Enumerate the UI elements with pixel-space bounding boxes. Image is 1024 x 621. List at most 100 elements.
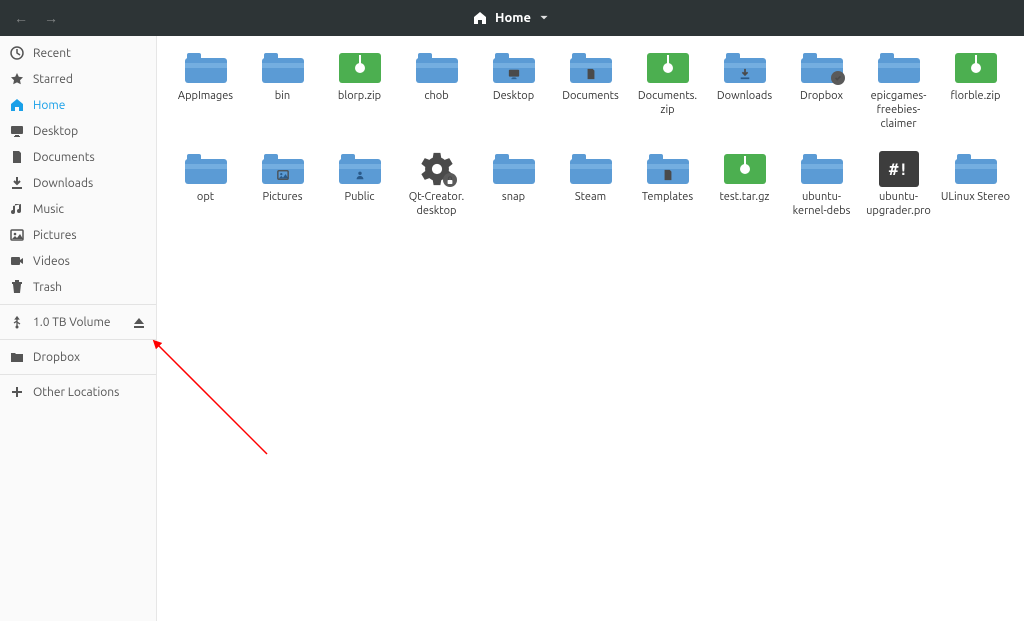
file-label: opt	[195, 191, 216, 205]
file-label: florble.zip	[949, 90, 1003, 104]
path-bar[interactable]: Home	[58, 11, 964, 25]
file-label: Desktop	[491, 90, 536, 104]
sidebar-item-vol1tb[interactable]: 1.0 TB Volume	[0, 309, 156, 335]
folder-dark-icon	[10, 350, 24, 364]
file-label: Documents	[560, 90, 621, 104]
sidebar-item-dropbox[interactable]: Dropbox	[0, 344, 156, 370]
folder-icon	[570, 53, 612, 83]
sidebar-separator	[0, 304, 156, 305]
folder-icon	[262, 53, 304, 83]
back-button[interactable]: ←	[14, 10, 28, 26]
doc-icon	[10, 150, 24, 164]
folder-icon	[339, 154, 381, 184]
file-label: Dropbox	[798, 90, 845, 104]
sidebar-item-trash[interactable]: Trash	[0, 274, 156, 300]
file-label: epicgames-freebies-claimer	[860, 90, 937, 131]
archive-icon	[724, 154, 766, 184]
sidebar-item-label: Videos	[33, 255, 70, 268]
folder-icon	[262, 154, 304, 184]
file-item[interactable]: AppImages	[167, 50, 244, 131]
folder-icon	[416, 53, 458, 83]
home-icon	[10, 98, 24, 112]
file-label: Documents.zip	[636, 90, 699, 118]
file-label: Downloads	[715, 90, 774, 104]
folder-icon	[185, 53, 227, 83]
sidebar-item-label: Downloads	[33, 177, 93, 190]
eject-button[interactable]	[132, 315, 146, 329]
sidebar-item-starred[interactable]: Starred	[0, 66, 156, 92]
folder-icon	[647, 154, 689, 184]
clock-icon	[10, 46, 24, 60]
location-label: Home	[495, 11, 531, 25]
sidebar-item-videos[interactable]: Videos	[0, 248, 156, 274]
file-label: Steam	[573, 191, 608, 205]
file-item[interactable]: blorp.zip	[321, 50, 398, 131]
sync-check-badge	[831, 71, 845, 85]
file-label: Pictures	[261, 191, 305, 205]
file-item[interactable]: florble.zip	[937, 50, 1014, 131]
file-label: ULinux Stereo	[939, 191, 1012, 205]
sidebar-item-music[interactable]: Music	[0, 196, 156, 222]
archive-icon	[339, 53, 381, 83]
file-label: Qt-Creator.desktop	[407, 191, 467, 219]
sidebar-separator	[0, 374, 156, 375]
file-item[interactable]: Documents	[552, 50, 629, 131]
folder-icon	[493, 154, 535, 184]
file-item[interactable]: #!ubuntu-upgrader.pro	[860, 151, 937, 219]
file-item[interactable]: snap	[475, 151, 552, 219]
file-item[interactable]: Public	[321, 151, 398, 219]
sidebar-item-documents[interactable]: Documents	[0, 144, 156, 170]
file-item[interactable]: ULinux Stereo	[937, 151, 1014, 219]
sidebar-item-desktop[interactable]: Desktop	[0, 118, 156, 144]
file-label: test.tar.gz	[718, 191, 772, 205]
sidebar-item-label: Recent	[33, 47, 71, 60]
file-item[interactable]: opt	[167, 151, 244, 219]
sidebar-item-recent[interactable]: Recent	[0, 40, 156, 66]
file-item[interactable]: Qt-Creator.desktop	[398, 151, 475, 219]
file-label: ubuntu-kernel-debs	[783, 191, 860, 219]
file-item[interactable]: epicgames-freebies-claimer	[860, 50, 937, 131]
file-item[interactable]: Desktop	[475, 50, 552, 131]
sidebar-item-label: Dropbox	[33, 351, 80, 364]
file-item[interactable]: bin	[244, 50, 321, 131]
archive-icon	[955, 53, 997, 83]
folder-icon	[878, 53, 920, 83]
sidebar-item-label: Other Locations	[33, 386, 119, 399]
file-label: blorp.zip	[336, 90, 383, 104]
file-item[interactable]: Downloads	[706, 50, 783, 131]
chevron-down-icon	[539, 13, 549, 23]
sidebar-item-home[interactable]: Home	[0, 92, 156, 118]
sidebar-separator	[0, 339, 156, 340]
sidebar-item-pictures[interactable]: Pictures	[0, 222, 156, 248]
sidebar-item-label: 1.0 TB Volume	[33, 316, 110, 329]
star-icon	[10, 72, 24, 86]
file-label: Public	[343, 191, 377, 205]
file-item[interactable]: ubuntu-kernel-debs	[783, 151, 860, 219]
folder-icon	[724, 53, 766, 83]
file-item[interactable]: Documents.zip	[629, 50, 706, 131]
home-icon	[473, 11, 487, 25]
file-item[interactable]: chob	[398, 50, 475, 131]
titlebar: ← → Home	[0, 0, 1024, 36]
file-item[interactable]: Templates	[629, 151, 706, 219]
sidebar-item-label: Pictures	[33, 229, 77, 242]
file-item[interactable]: Steam	[552, 151, 629, 219]
sidebar-other-locations[interactable]: Other Locations	[0, 379, 156, 405]
file-label: snap	[500, 191, 527, 205]
forward-button[interactable]: →	[44, 10, 58, 26]
file-item[interactable]: Pictures	[244, 151, 321, 219]
sidebar-item-downloads[interactable]: Downloads	[0, 170, 156, 196]
file-grid-area: AppImages bin blorp.zip chob Desktop Document…	[157, 36, 1024, 621]
usb-icon	[10, 315, 24, 329]
file-label: AppImages	[176, 90, 235, 104]
annotation-arrow	[147, 334, 277, 464]
file-item[interactable]: Dropbox	[783, 50, 860, 131]
file-label: bin	[273, 90, 292, 104]
trash-icon	[10, 280, 24, 294]
archive-icon	[647, 53, 689, 83]
file-item[interactable]: test.tar.gz	[706, 151, 783, 219]
music-icon	[10, 202, 24, 216]
file-grid: AppImages bin blorp.zip chob Desktop Document…	[167, 50, 1014, 219]
sidebar-item-label: Music	[33, 203, 64, 216]
file-label: ubuntu-upgrader.pro	[860, 191, 937, 219]
